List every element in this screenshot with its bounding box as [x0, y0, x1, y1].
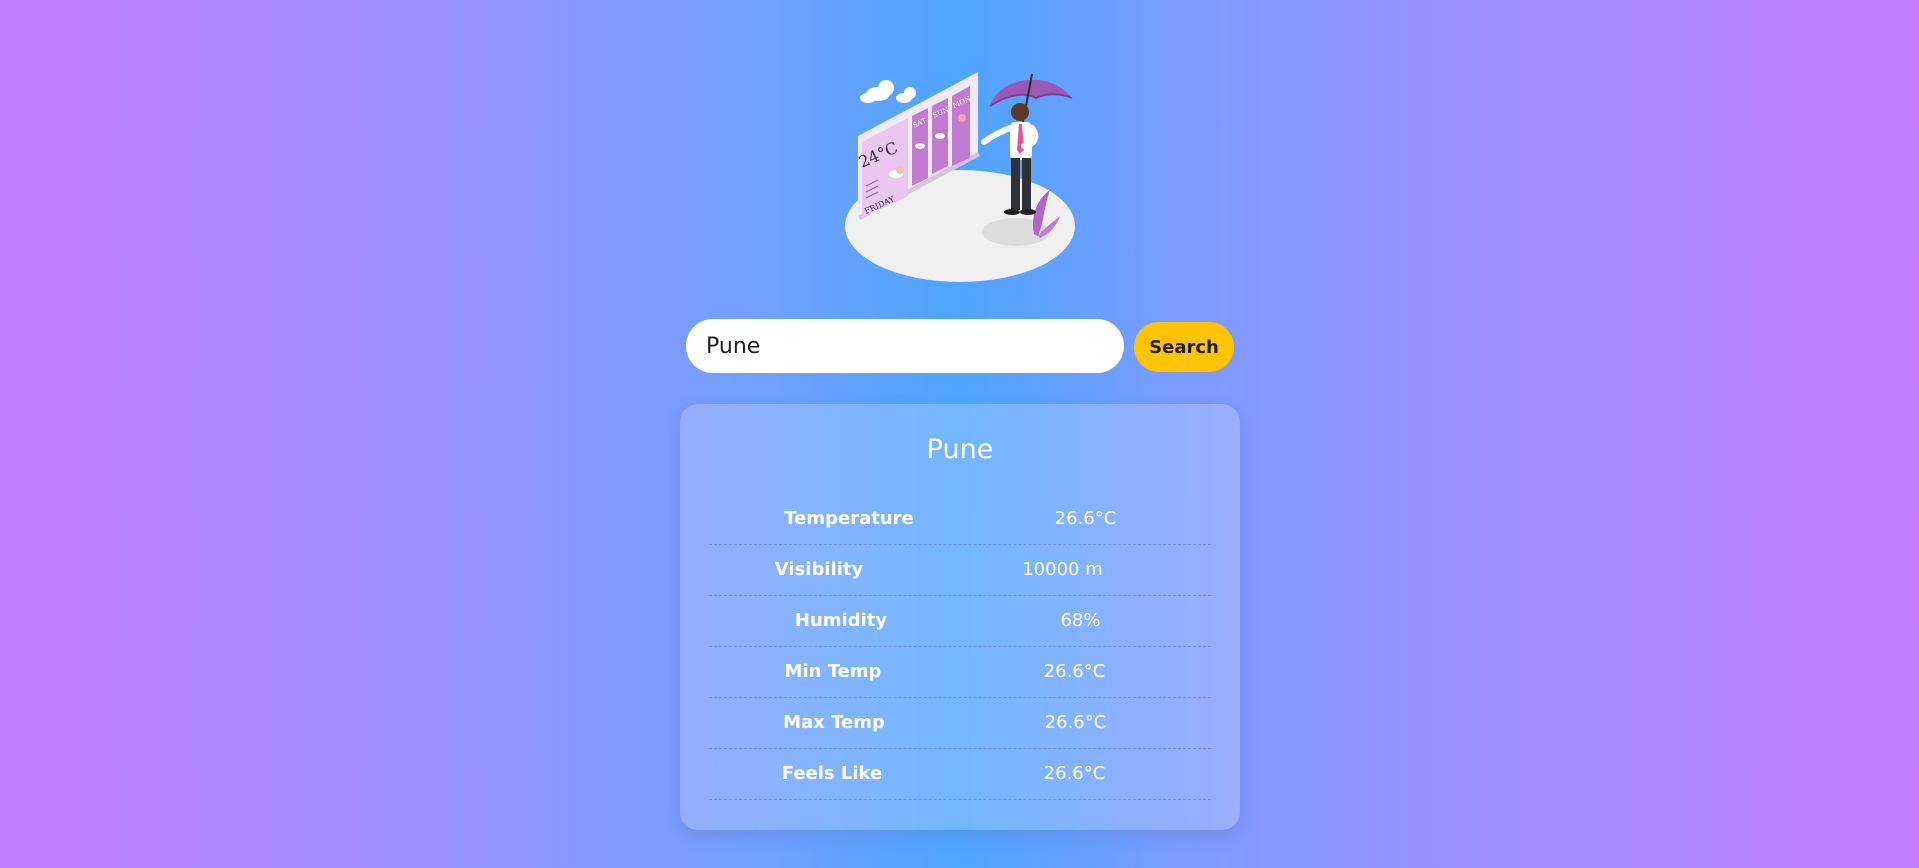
- row-visibility: Visibility 10000 m: [709, 545, 1211, 596]
- row-feels-like: Feels Like 26.6°C: [709, 749, 1211, 800]
- row-value: 26.6°C: [1043, 661, 1106, 682]
- row-max-temp: Max Temp 26.6°C: [709, 698, 1211, 749]
- row-temperature: Temperature 26.6°C: [709, 494, 1211, 545]
- row-min-temp: Min Temp 26.6°C: [709, 647, 1211, 698]
- row-humidity: Humidity 68%: [709, 596, 1211, 647]
- search-bar: Search: [686, 319, 1236, 375]
- row-value: 68%: [1060, 610, 1101, 631]
- search-input[interactable]: [686, 319, 1124, 373]
- row-value: 26.6°C: [1043, 763, 1106, 784]
- weather-forecast-person-with-umbrella-icon: 24°C FRIDAY SAT SUN MON: [845, 72, 1075, 282]
- city-title: Pune: [926, 434, 994, 465]
- row-label: Visibility: [774, 559, 864, 580]
- row-label: Temperature: [784, 508, 914, 529]
- row-value: 10000 m: [1022, 559, 1103, 580]
- row-label: Feels Like: [781, 763, 883, 784]
- weather-illustration: 24°C FRIDAY SAT SUN MON: [838, 66, 1088, 286]
- search-button[interactable]: Search: [1134, 322, 1234, 372]
- row-value: 26.6°C: [1054, 508, 1117, 529]
- page-background: { "search": { "value": "Pune", "button_l…: [0, 0, 1919, 868]
- row-label: Max Temp: [783, 712, 885, 733]
- row-value: 26.6°C: [1044, 712, 1107, 733]
- weather-card: Pune Temperature 26.6°C Visibility 10000…: [680, 404, 1240, 830]
- row-label: Humidity: [794, 610, 888, 631]
- row-label: Min Temp: [784, 661, 882, 682]
